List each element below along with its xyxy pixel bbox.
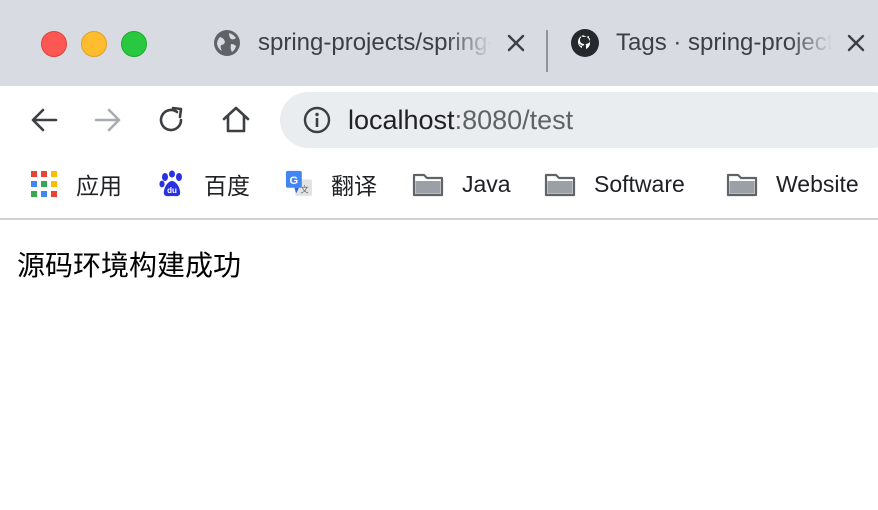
- bookmark-label: 翻译: [331, 173, 377, 199]
- svg-text:du: du: [167, 186, 177, 195]
- url-host: localhost: [348, 104, 455, 135]
- tab-close-icon[interactable]: [844, 31, 868, 55]
- tab-title: spring-projects/spring-framework: [258, 29, 492, 56]
- toolbar: localhost:8080/test: [0, 86, 878, 154]
- bookmark-translate[interactable]: G 文 翻译: [285, 168, 377, 200]
- window-zoom-button[interactable]: [121, 31, 147, 57]
- bookmark-baidu[interactable]: du 百度: [158, 168, 250, 200]
- tab-separator: [546, 30, 548, 72]
- google-translate-icon: G 文: [285, 170, 313, 197]
- bookmark-label: 应用: [76, 173, 122, 199]
- back-button[interactable]: [24, 100, 64, 140]
- bookmark-folder-java[interactable]: Java: [412, 168, 511, 200]
- apps-grid-icon: [31, 171, 57, 197]
- bookmark-label: Java: [462, 170, 511, 197]
- forward-arrow-icon: [94, 108, 121, 132]
- tab-spring-framework[interactable]: spring-projects/spring-framework: [198, 0, 538, 86]
- home-icon: [222, 106, 250, 133]
- back-arrow-icon: [31, 108, 58, 132]
- globe-icon: [214, 30, 240, 56]
- forward-button[interactable]: [88, 100, 128, 140]
- bookmark-label: Software: [594, 170, 685, 197]
- folder-icon: [412, 173, 444, 197]
- tab-title: Tags · spring-projects/spring-framework: [616, 29, 832, 56]
- page-body-text: 源码环境构建成功: [17, 249, 242, 282]
- tab-close-icon[interactable]: [504, 31, 528, 55]
- tab-tags[interactable]: Tags · spring-projects/spring-framework: [556, 0, 878, 86]
- svg-text:G: G: [290, 175, 299, 187]
- home-button[interactable]: [216, 100, 256, 140]
- address-url[interactable]: localhost:8080/test: [348, 105, 573, 136]
- page-content: 源码环境构建成功: [0, 220, 878, 510]
- folder-icon: [544, 173, 576, 197]
- bookmark-apps[interactable]: 应用: [30, 168, 122, 200]
- info-icon[interactable]: [302, 105, 332, 135]
- bookmark-folder-software[interactable]: Software: [544, 168, 685, 200]
- tab-strip: spring-projects/spring-framework Tags · …: [0, 0, 878, 86]
- reload-button[interactable]: [152, 100, 192, 140]
- svg-text:文: 文: [300, 184, 309, 194]
- window-close-button[interactable]: [41, 31, 67, 57]
- bookmark-label: Website: [776, 170, 859, 197]
- bookmarks-bar: 应用 du 百度 G 文 翻译 Java Software Website: [0, 154, 878, 220]
- github-icon: [571, 29, 599, 57]
- url-rest: :8080/test: [454, 104, 574, 135]
- address-bar[interactable]: localhost:8080/test: [280, 92, 878, 148]
- bookmark-folder-website[interactable]: Website: [726, 168, 859, 200]
- bookmark-label: 百度: [204, 173, 250, 199]
- window-minimize-button[interactable]: [81, 31, 107, 57]
- baidu-paw-icon: du: [159, 170, 182, 197]
- folder-icon: [726, 173, 758, 197]
- reload-icon: [159, 106, 183, 132]
